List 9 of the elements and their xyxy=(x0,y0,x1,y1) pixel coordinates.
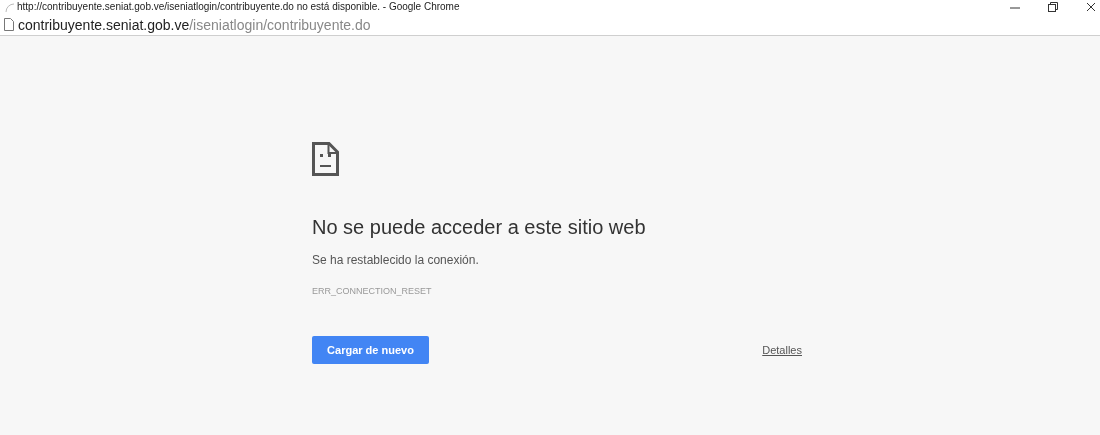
error-code: ERR_CONNECTION_RESET xyxy=(312,285,433,297)
sad-page-icon xyxy=(312,142,339,176)
restore-icon[interactable] xyxy=(1048,2,1058,12)
details-link[interactable]: Detalles xyxy=(762,341,802,359)
window-title: http://contribuyente.seniat.gob.ve/iseniatlogin/contribuyente.do no está disponible. - Google Chrome xyxy=(17,1,460,13)
reload-button[interactable]: Cargar de nuevo xyxy=(312,336,429,364)
error-message: Se ha restablecido la conexión. xyxy=(312,252,480,268)
error-heading: No se puede acceder a este sitio web xyxy=(312,215,647,240)
close-icon[interactable] xyxy=(1086,2,1096,12)
